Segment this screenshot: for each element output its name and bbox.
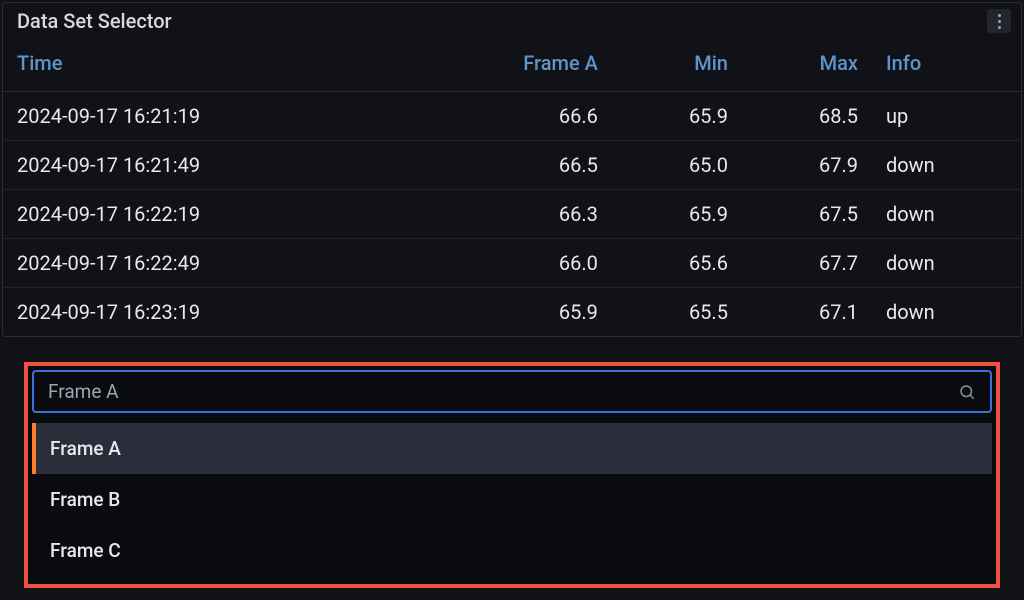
search-icon [958,383,976,401]
cell-min: 65.0 [612,141,742,190]
col-min[interactable]: Min [612,37,742,92]
cell-min: 65.9 [612,190,742,239]
cell-time: 2024-09-17 16:23:19 [3,288,413,337]
chevron-right-icon: › [0,513,1,526]
table-row[interactable]: 2024-09-17 16:22:4966.065.667.7down [3,239,1021,288]
cell-max: 67.7 [742,239,872,288]
cell-frame-a: 66.5 [413,141,612,190]
table-row[interactable]: 2024-09-17 16:21:1966.665.968.5up [3,92,1021,141]
cell-max: 67.1 [742,288,872,337]
table-row[interactable]: 2024-09-17 16:21:4966.565.067.9down [3,141,1021,190]
option-item[interactable]: Frame A [32,423,992,474]
data-table: Time Frame A Min Max Info 2024-09-17 16:… [3,37,1021,336]
cell-max: 67.5 [742,190,872,239]
panel-header: Data Set Selector [3,3,1021,37]
cell-info: down [872,190,1021,239]
cell-time: 2024-09-17 16:21:49 [3,141,413,190]
col-info[interactable]: Info [872,37,1021,92]
col-time[interactable]: Time [3,37,413,92]
search-input[interactable]: Frame A [32,370,992,413]
cell-max: 67.9 [742,141,872,190]
cell-info: down [872,239,1021,288]
cell-frame-a: 65.9 [413,288,612,337]
cell-frame-a: 66.6 [413,92,612,141]
kebab-menu-icon[interactable] [987,9,1011,33]
cell-time: 2024-09-17 16:22:49 [3,239,413,288]
cell-time: 2024-09-17 16:21:19 [3,92,413,141]
cell-min: 65.9 [612,92,742,141]
option-item[interactable]: Frame C [32,525,992,576]
cell-min: 65.5 [612,288,742,337]
chevron-right-icon: › [0,567,1,580]
panel-title: Data Set Selector [17,9,172,33]
search-value: Frame A [48,380,958,403]
options-list: Frame AFrame BFrame C [32,423,992,576]
chevron-right-icon: › [0,459,1,472]
cell-frame-a: 66.0 [413,239,612,288]
cell-min: 65.6 [612,239,742,288]
cell-info: up [872,92,1021,141]
frame-selector-dropdown: Frame A Frame AFrame BFrame C [24,362,1000,588]
col-max[interactable]: Max [742,37,872,92]
data-selector-panel: Data Set Selector Time Frame A Min Max I… [2,2,1022,337]
cell-time: 2024-09-17 16:22:19 [3,190,413,239]
cell-info: down [872,141,1021,190]
cell-max: 68.5 [742,92,872,141]
option-item[interactable]: Frame B [32,474,992,525]
table-row[interactable]: 2024-09-17 16:22:1966.365.967.5down [3,190,1021,239]
table-row[interactable]: 2024-09-17 16:23:1965.965.567.1down [3,288,1021,337]
cell-frame-a: 66.3 [413,190,612,239]
cell-info: down [872,288,1021,337]
col-frame-a[interactable]: Frame A [413,37,612,92]
